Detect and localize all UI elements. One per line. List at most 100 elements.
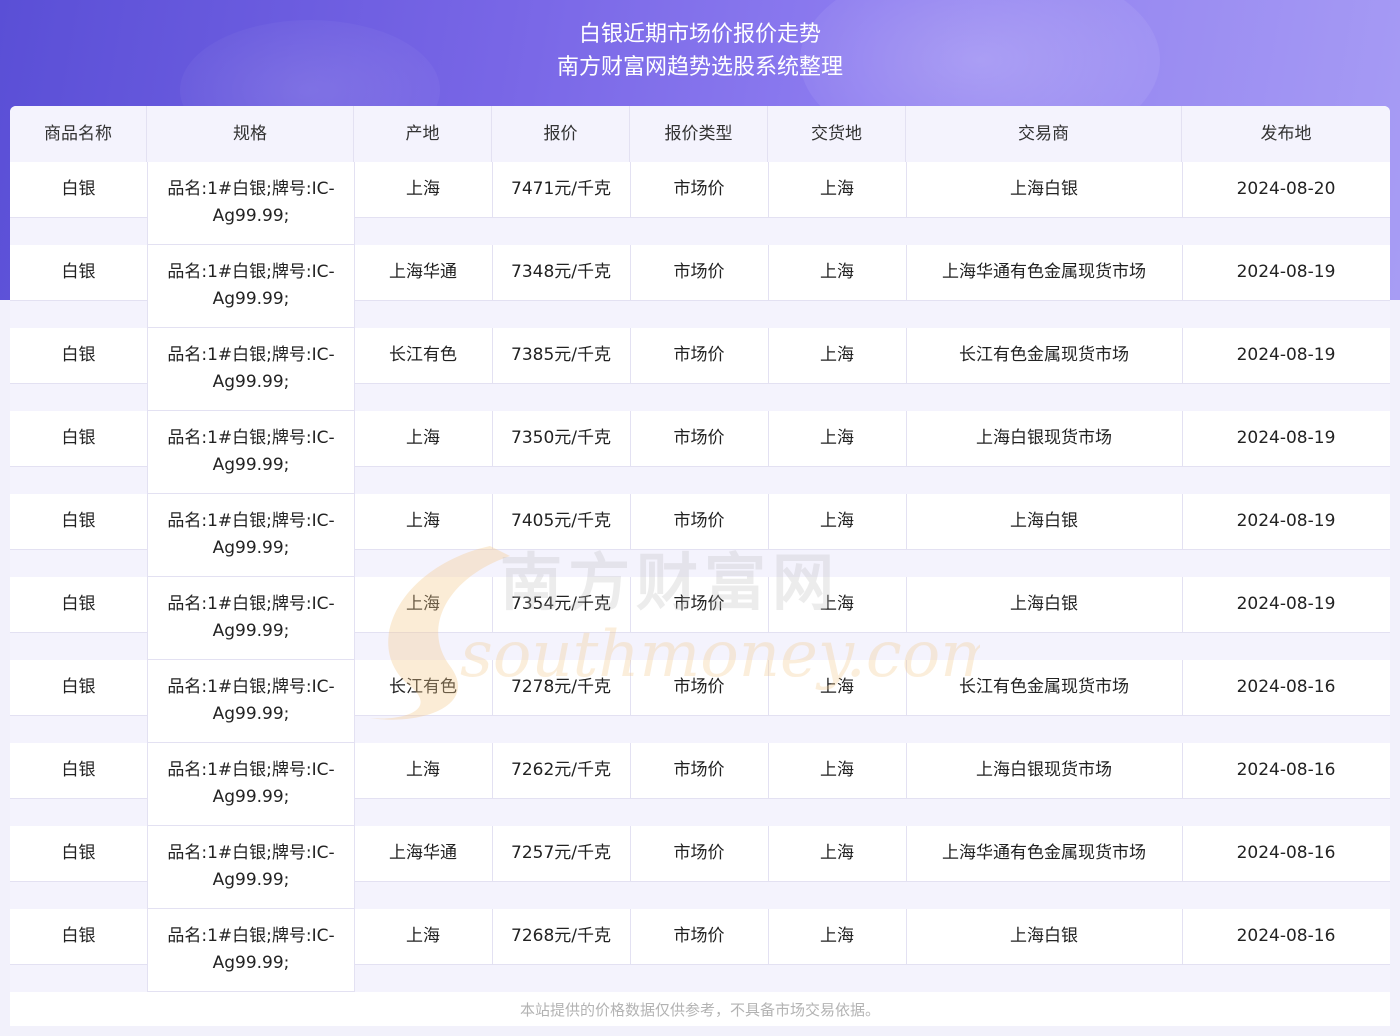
cell-product-name: 白银 <box>61 594 96 614</box>
cell-product-name: 白银 <box>61 179 96 199</box>
cell-publish-date: 2024-08-19 <box>1236 262 1336 282</box>
spec-line-2: Ag99.99; <box>212 704 290 724</box>
spec-line-2: Ag99.99; <box>212 206 290 226</box>
cell-origin: 上海 <box>406 428 440 448</box>
cell-product-name: 白银 <box>61 677 96 697</box>
cell-price: 7278元/千克 <box>511 677 611 697</box>
cell-origin: 上海 <box>406 511 440 531</box>
cell-product-name: 白银 <box>61 428 96 448</box>
table-row: 品名:1#白银;牌号:IC- Ag99.99; 白银 上海 7268元/千克 市场价 上海 上… <box>10 909 1390 992</box>
column-header-publish-date: 发布地 <box>1260 124 1312 144</box>
spec-line-2: Ag99.99; <box>212 289 290 309</box>
spec-line-2: Ag99.99; <box>212 372 290 392</box>
cell-publish-date: 2024-08-16 <box>1236 677 1336 697</box>
page-title: 白银近期市场价报价走势 南方财富网趋势选股系统整理 <box>0 18 1400 84</box>
cell-product-name: 白银 <box>61 843 96 863</box>
spec-cell: 品名:1#白银;牌号:IC- Ag99.99; <box>147 826 355 909</box>
cell-origin: 上海 <box>406 594 440 614</box>
spec-cell: 品名:1#白银;牌号:IC- Ag99.99; <box>147 577 355 660</box>
cell-origin: 上海 <box>406 926 440 946</box>
table-row: 品名:1#白银;牌号:IC- Ag99.99; 白银 长江有色 7278元/千克 市场价 上… <box>10 660 1390 743</box>
cell-origin: 长江有色 <box>389 345 457 365</box>
cell-product-name: 白银 <box>61 926 96 946</box>
column-header-price: 报价 <box>492 106 630 162</box>
cell-product-name: 白银 <box>61 262 96 282</box>
cell-publish-date: 2024-08-19 <box>1236 511 1336 531</box>
spec-line-1: 品名:1#白银;牌号:IC- <box>167 926 335 946</box>
cell-origin: 上海 <box>406 760 440 780</box>
table-row: 品名:1#白银;牌号:IC- Ag99.99; 白银 上海 7471元/千克 市场价 上海 上… <box>10 162 1390 245</box>
table-row: 品名:1#白银;牌号:IC- Ag99.99; 白银 长江有色 7385元/千克 市场价 上… <box>10 328 1390 411</box>
spec-line-1: 品名:1#白银;牌号:IC- <box>167 511 335 531</box>
spec-cell: 品名:1#白银;牌号:IC- Ag99.99; <box>147 909 355 992</box>
spec-line-1: 品名:1#白银;牌号:IC- <box>167 428 335 448</box>
cell-publish-date: 2024-08-19 <box>1236 428 1336 448</box>
cell-price-type: 市场价 <box>673 345 725 365</box>
cell-trader: 上海华通有色金属现货市场 <box>942 262 1146 282</box>
spec-line-1: 品名:1#白银;牌号:IC- <box>167 677 335 697</box>
cell-delivery-place: 上海 <box>820 760 854 780</box>
spec-line-1: 品名:1#白银;牌号:IC- <box>167 843 335 863</box>
cell-product-name: 白银 <box>61 345 96 365</box>
column-header-price-type: 报价类型 <box>630 106 768 162</box>
column-header-origin: 产地 <box>354 106 492 162</box>
cell-delivery-place: 上海 <box>820 594 854 614</box>
spec-line-1: 品名:1#白银;牌号:IC- <box>167 262 335 282</box>
table-row: 品名:1#白银;牌号:IC- Ag99.99; 白银 上海 7405元/千克 市场价 上海 上… <box>10 494 1390 577</box>
cell-publish-date: 2024-08-19 <box>1236 345 1336 365</box>
spec-cell: 品名:1#白银;牌号:IC- Ag99.99; <box>147 494 355 577</box>
cell-trader: 上海白银 <box>1010 511 1078 531</box>
cell-product-name: 白银 <box>61 511 96 531</box>
cell-publish-date: 2024-08-16 <box>1236 926 1336 946</box>
table-row: 品名:1#白银;牌号:IC- Ag99.99; 白银 上海 7350元/千克 市场价 上海 上… <box>10 411 1390 494</box>
cell-publish-date: 2024-08-16 <box>1236 760 1336 780</box>
spec-cell: 品名:1#白银;牌号:IC- Ag99.99; <box>147 162 355 245</box>
spec-line-2: Ag99.99; <box>212 870 290 890</box>
cell-price: 7471元/千克 <box>511 179 611 199</box>
cell-trader: 长江有色金属现货市场 <box>959 345 1129 365</box>
cell-delivery-place: 上海 <box>820 926 854 946</box>
spec-line-2: Ag99.99; <box>212 953 290 973</box>
cell-price-type: 市场价 <box>673 179 725 199</box>
page-title-line2: 南方财富网趋势选股系统整理 <box>556 55 843 80</box>
cell-price: 7257元/千克 <box>511 843 611 863</box>
cell-delivery-place: 上海 <box>820 428 854 448</box>
spec-cell: 品名:1#白银;牌号:IC- Ag99.99; <box>147 411 355 494</box>
spec-line-1: 品名:1#白银;牌号:IC- <box>167 594 335 614</box>
spec-cell: 品名:1#白银;牌号:IC- Ag99.99; <box>147 743 355 826</box>
cell-price: 7268元/千克 <box>511 926 611 946</box>
cell-price-type: 市场价 <box>673 760 725 780</box>
table-row: 品名:1#白银;牌号:IC- Ag99.99; 白银 上海华通 7257元/千克 市场价 上… <box>10 826 1390 909</box>
cell-delivery-place: 上海 <box>820 262 854 282</box>
cell-price-type: 市场价 <box>673 677 725 697</box>
cell-price: 7354元/千克 <box>511 594 611 614</box>
cell-origin: 上海华通 <box>389 843 457 863</box>
cell-trader: 上海华通有色金属现货市场 <box>942 843 1146 863</box>
spec-line-2: Ag99.99; <box>212 621 290 641</box>
cell-delivery-place: 上海 <box>820 843 854 863</box>
cell-trader: 上海白银 <box>1010 594 1078 614</box>
cell-price-type: 市场价 <box>673 594 725 614</box>
cell-publish-date: 2024-08-16 <box>1236 843 1336 863</box>
spec-line-1: 品名:1#白银;牌号:IC- <box>167 345 335 365</box>
column-header-trader: 交易商 <box>906 106 1182 162</box>
disclaimer: 本站提供的价格数据仅供参考，不具备市场交易依据。 <box>10 994 1390 1026</box>
cell-price: 7262元/千克 <box>511 760 611 780</box>
cell-price: 7385元/千克 <box>511 345 611 365</box>
cell-publish-date: 2024-08-20 <box>1236 179 1336 199</box>
cell-delivery-place: 上海 <box>820 511 854 531</box>
cell-delivery-place: 上海 <box>820 179 854 199</box>
cell-price-type: 市场价 <box>673 262 725 282</box>
cell-price-type: 市场价 <box>673 511 725 531</box>
cell-delivery-place: 上海 <box>820 677 854 697</box>
cell-trader: 上海白银现货市场 <box>976 760 1112 780</box>
spec-cell: 品名:1#白银;牌号:IC- Ag99.99; <box>147 328 355 411</box>
cell-product-name: 白银 <box>61 760 96 780</box>
cell-trader: 长江有色金属现货市场 <box>959 677 1129 697</box>
cell-delivery-place: 上海 <box>820 345 854 365</box>
spec-line-2: Ag99.99; <box>212 455 290 475</box>
cell-price: 7350元/千克 <box>511 428 611 448</box>
spec-line-1: 品名:1#白银;牌号:IC- <box>167 179 335 199</box>
column-header-delivery-place: 交货地 <box>768 106 906 162</box>
cell-price-type: 市场价 <box>673 926 725 946</box>
